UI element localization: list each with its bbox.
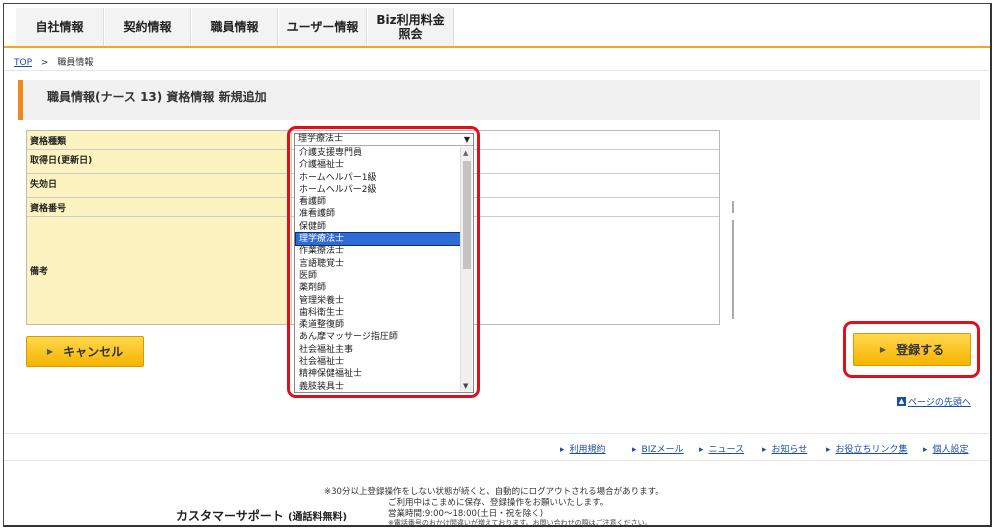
register-button[interactable]: ▶ 登録する — [853, 333, 971, 366]
customer-support-label: カスタマーサポート (通話料無料) — [176, 507, 347, 524]
remarks-textarea[interactable] — [732, 220, 734, 319]
cancel-button-label: キャンセル — [63, 345, 124, 359]
tab-company-info[interactable]: 自社情報 — [16, 8, 104, 46]
chevron-right-icon: ▶ — [46, 347, 54, 356]
support-toll-free: (通話料無料) — [287, 512, 348, 523]
label-acquired-date: 取得日(更新日) — [27, 150, 292, 173]
tab-contract-info[interactable]: 契約情報 — [105, 8, 191, 46]
page-top-link[interactable]: ▲ ページの先頭へ — [897, 395, 971, 408]
tab-staff-info[interactable]: 職員情報 — [192, 8, 278, 46]
dropdown-highlight — [287, 126, 480, 398]
label-qualification-type: 資格種類 — [27, 131, 292, 149]
cancel-button[interactable]: ▶ キャンセル — [26, 336, 144, 367]
footer-links: 利用規約 BIZメール ニュース お知らせ お役立ちリンク集 個人設定 — [4, 433, 990, 461]
page-title: 職員情報(ナース 13) 資格情報 新規追加 — [47, 90, 267, 104]
breadcrumb: TOP > 職員情報 — [14, 55, 93, 68]
app-frame: 自社情報 契約情報 職員情報 ユーザー情報 Biz利用料金 照会 TOP > 職… — [3, 3, 992, 527]
label-remarks: 備考 — [27, 217, 292, 324]
title-bar: 職員情報(ナース 13) 資格情報 新規追加 — [18, 80, 980, 120]
footer-link-personal-settings[interactable]: 個人設定 — [923, 442, 969, 455]
footer-link-terms[interactable]: 利用規約 — [560, 442, 606, 455]
label-qualification-number: 資格番号 — [27, 198, 292, 216]
title-accent — [18, 80, 23, 120]
arrow-up-icon: ▲ — [897, 397, 906, 406]
tab-biz-fee-inquiry[interactable]: Biz利用料金 照会 — [368, 8, 454, 46]
tab-user-info[interactable]: ユーザー情報 — [279, 8, 367, 46]
chevron-right-icon: ▶ — [879, 345, 887, 354]
qualification-number-input[interactable] — [732, 201, 734, 213]
label-expiry-date: 失効日 — [27, 174, 292, 197]
footer-link-biz-mail[interactable]: BIZメール — [632, 442, 684, 455]
breadcrumb-top-link[interactable]: TOP — [14, 58, 32, 68]
register-button-label: 登録する — [896, 343, 945, 357]
support-title: カスタマーサポート — [176, 509, 284, 523]
footer-link-useful-links[interactable]: お役立ちリンク集 — [826, 442, 908, 455]
footer-link-notices[interactable]: お知らせ — [762, 442, 808, 455]
support-phone-number: 0120-560-030 — [174, 523, 373, 525]
breadcrumb-separator: > — [40, 58, 49, 68]
page-top-label: ページの先頭へ — [908, 398, 971, 408]
phone-caution: ※電話番号のおかけ間違いが増えております。お問い合わせの際はご注意ください。 — [388, 519, 652, 527]
footer-link-news[interactable]: ニュース — [699, 442, 745, 455]
breadcrumb-current: 職員情報 — [57, 58, 94, 68]
top-navigation: 自社情報 契約情報 職員情報 ユーザー情報 Biz利用料金 照会 — [4, 4, 990, 48]
divider — [4, 70, 990, 71]
